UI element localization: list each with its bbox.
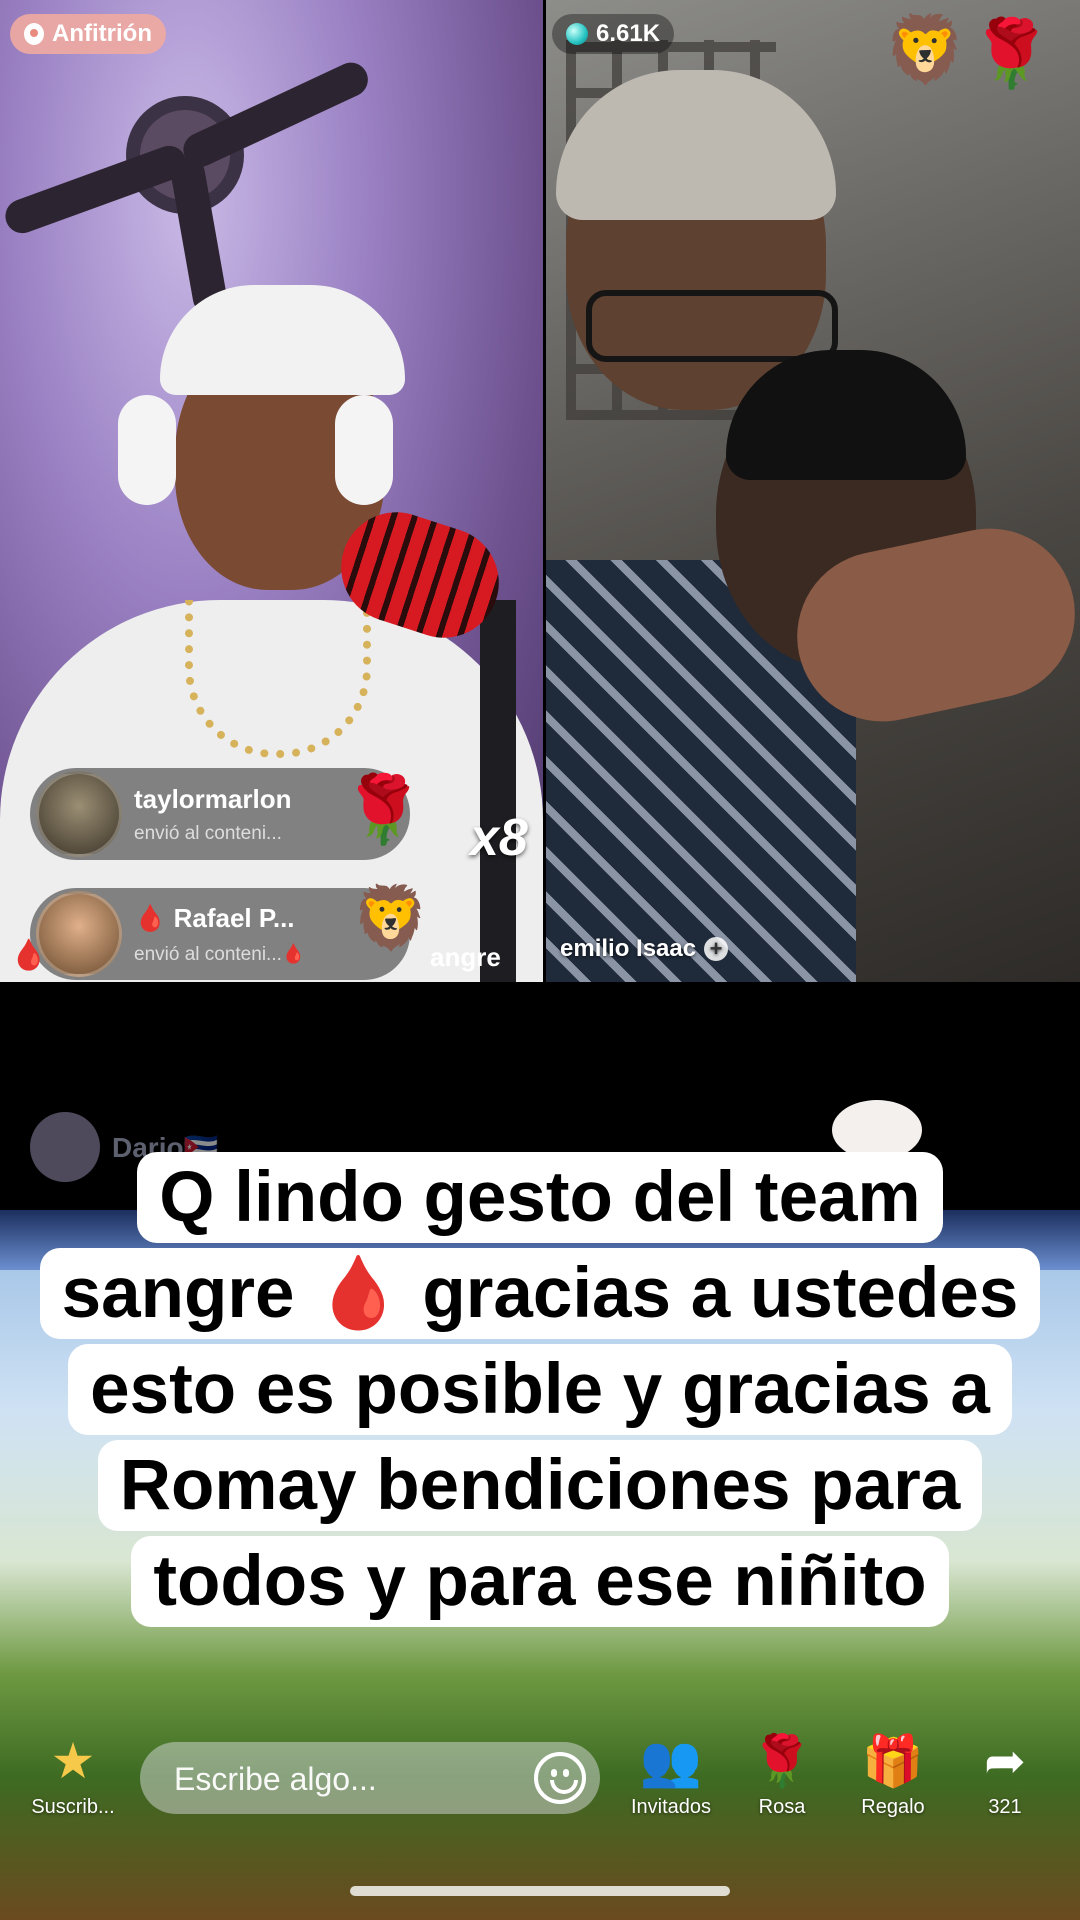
gift-box-icon: 🎁 — [861, 1733, 925, 1789]
rose-icon: 🌹 — [342, 772, 425, 846]
caption-line: todos y para ese niñito — [131, 1536, 949, 1627]
rose-label: Rosa — [758, 1796, 806, 1818]
gift-message-row: envió al conteni...🩸 — [134, 942, 306, 966]
share-arrow-icon: ➦ — [984, 1733, 1026, 1789]
home-indicator[interactable] — [350, 1886, 730, 1896]
viewer-count: 6.61K — [596, 20, 661, 47]
rose-icon: 🌹 — [970, 16, 1053, 90]
host-badge: Anfitrión — [10, 14, 166, 54]
guest-name: emilio Isaac — [560, 935, 697, 962]
bottom-toolbar: ★ Suscrib... 👥 Invitados 🌹 Rosa 🎁 Regalo… — [0, 1730, 1080, 1880]
gift-message: envió al conteni... — [134, 943, 282, 965]
host-badge-label: Anfitrión — [52, 20, 152, 47]
gift-message: envió al conteni... — [134, 822, 282, 844]
headphone — [118, 395, 176, 505]
guest-video[interactable] — [546, 0, 1080, 982]
host-icon — [24, 23, 44, 45]
guest-name-tag[interactable]: emilio Isaac + — [560, 935, 729, 963]
avatar — [36, 771, 122, 857]
share-button[interactable]: ➦ 321 — [950, 1730, 1060, 1819]
glasses — [586, 290, 838, 362]
caption-overlay: Q lindo gesto del team sangre 🩸 gracias … — [22, 1150, 1058, 1690]
comment-box[interactable] — [140, 1742, 600, 1816]
subscribe-label: Suscrib... — [31, 1796, 115, 1818]
caption-line: sangre 🩸 gracias a ustedes — [39, 1248, 1041, 1339]
caption-line: Romay bendiciones para — [97, 1440, 983, 1531]
blood-drop-icon: 🩸 — [134, 902, 167, 933]
gem-icon — [566, 23, 588, 45]
avatar — [36, 891, 122, 977]
share-count: 321 — [988, 1796, 1022, 1818]
gift-sender: Rafael P... — [173, 902, 295, 933]
emoji-icon[interactable] — [534, 1752, 586, 1804]
people-icon: 👥 — [639, 1733, 703, 1789]
viewer-count-badge[interactable]: 6.61K — [552, 14, 675, 54]
caption-line: esto es posible y gracias a — [68, 1344, 1012, 1435]
mic-stand — [480, 600, 516, 982]
gift-label: Regalo — [861, 1796, 925, 1818]
follow-plus-icon[interactable]: + — [704, 937, 729, 961]
rose-icon: 🌹 — [750, 1733, 814, 1789]
lion-icon: 🦁 — [884, 12, 967, 86]
guests-button[interactable]: 👥 Invitados — [616, 1730, 726, 1819]
guests-label: Invitados — [630, 1796, 712, 1818]
rose-gift-button[interactable]: 🌹 Rosa — [727, 1730, 837, 1819]
gift-combo: x8 — [470, 809, 528, 867]
fan-blade — [177, 57, 374, 173]
star-icon: ★ — [50, 1733, 96, 1789]
subscribe-button[interactable]: ★ Suscrib... — [18, 1730, 128, 1819]
gift-sender-row: 🩸 Rafael P... — [134, 903, 306, 934]
blood-drop-icon: 🩸 — [281, 943, 306, 965]
gift-sender: taylormarlon — [134, 783, 292, 814]
headphone — [335, 395, 393, 505]
caption-line: Q lindo gesto del team — [137, 1152, 943, 1243]
blood-drop-icon: 🩸 — [10, 939, 48, 972]
comment-input[interactable] — [172, 1742, 516, 1816]
gift-button[interactable]: 🎁 Regalo — [838, 1730, 948, 1819]
lion-icon: 🦁 — [352, 884, 430, 953]
team-tag: angre — [430, 942, 501, 972]
